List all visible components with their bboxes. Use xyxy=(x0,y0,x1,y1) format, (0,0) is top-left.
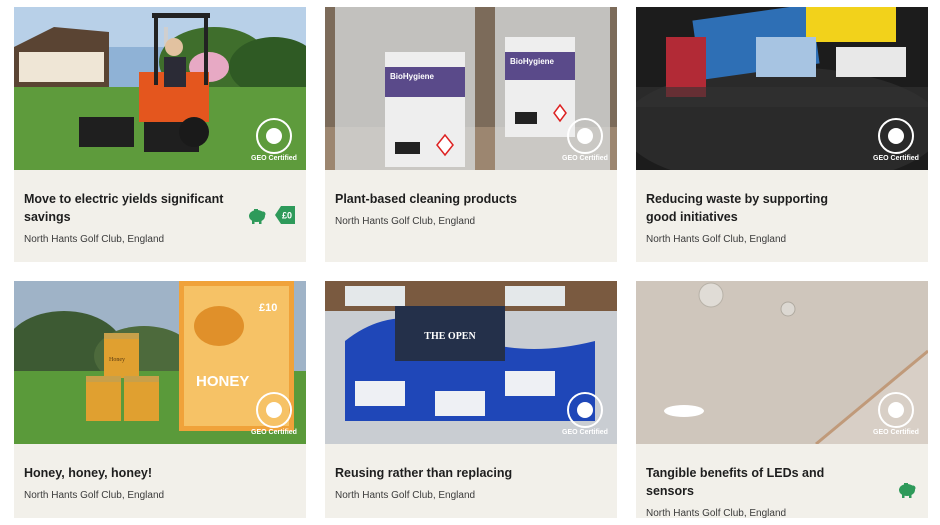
card-location: North Hants Golf Club, England xyxy=(24,234,165,245)
card-image-waste: GEO Certified xyxy=(636,7,928,170)
golf-ball-icon xyxy=(577,128,593,144)
geo-certified-badge: GEO Certified xyxy=(873,392,919,436)
piggy-bank-icon xyxy=(899,483,916,498)
card-leds-sensors[interactable]: GEO Certified Tangible benefits of LEDs … xyxy=(636,281,928,519)
card-image-ceiling: GEO Certified xyxy=(636,281,928,444)
card-cleaning-products[interactable]: BioHygiene BioHygiene GEO Certified Plan… xyxy=(325,7,617,262)
card-reusing[interactable]: THE OPEN GEO Certified Reusing rather th… xyxy=(325,281,617,518)
card-reducing-waste[interactable]: GEO Certified Reducing waste by supporti… xyxy=(636,7,928,262)
card-image-honey: £10 HONEY Honey GEO Certified xyxy=(14,281,306,444)
geo-certified-badge: GEO Certified xyxy=(251,392,297,436)
card-location: North Hants Golf Club, England xyxy=(646,234,787,245)
card-title[interactable]: Plant-based cleaning products xyxy=(335,190,607,208)
card-location: North Hants Golf Club, England xyxy=(24,490,165,501)
card-location: North Hants Golf Club, England xyxy=(335,490,476,501)
piggy-bank-icon xyxy=(249,209,266,224)
card-honey[interactable]: £10 HONEY Honey GEO Certified Honey, hon… xyxy=(14,281,306,518)
geo-certified-badge: GEO Certified xyxy=(251,118,297,162)
svg-text:BioHygiene: BioHygiene xyxy=(510,57,555,66)
card-location: North Hants Golf Club, England xyxy=(646,508,787,519)
golf-ball-icon xyxy=(266,128,282,144)
card-icons xyxy=(896,478,918,500)
svg-text:£10: £10 xyxy=(259,302,277,314)
svg-text:Honey: Honey xyxy=(109,357,125,363)
geo-certified-badge: GEO Certified xyxy=(873,118,919,162)
geo-certified-badge: GEO Certified xyxy=(562,392,608,436)
card-electric-mower[interactable]: GEO Certified £0 Move to electric yields… xyxy=(14,7,306,262)
card-title[interactable]: Honey, honey, honey! xyxy=(24,464,296,482)
card-title[interactable]: Tangible benefits of LEDs and sensors xyxy=(646,464,918,500)
svg-text:THE OPEN: THE OPEN xyxy=(424,331,476,342)
golf-ball-icon xyxy=(577,402,593,418)
card-image-mower: GEO Certified xyxy=(14,7,306,170)
card-location: North Hants Golf Club, England xyxy=(335,216,476,227)
golf-ball-icon xyxy=(888,128,904,144)
golf-ball-icon xyxy=(266,402,282,418)
golf-ball-icon xyxy=(888,402,904,418)
card-title[interactable]: Reducing waste by supporting good initia… xyxy=(646,190,918,226)
card-icons: £0 xyxy=(246,204,296,226)
card-image-lanyards: THE OPEN GEO Certified xyxy=(325,281,617,444)
svg-text:£0: £0 xyxy=(282,211,292,221)
svg-text:HONEY: HONEY xyxy=(196,373,249,390)
svg-text:BioHygiene: BioHygiene xyxy=(390,72,435,81)
zero-carbon-tag-icon: £0 xyxy=(275,206,295,224)
card-image-cleaning: BioHygiene BioHygiene GEO Certified xyxy=(325,7,617,170)
card-title[interactable]: Reusing rather than replacing xyxy=(335,464,607,482)
geo-certified-badge: GEO Certified xyxy=(562,118,608,162)
